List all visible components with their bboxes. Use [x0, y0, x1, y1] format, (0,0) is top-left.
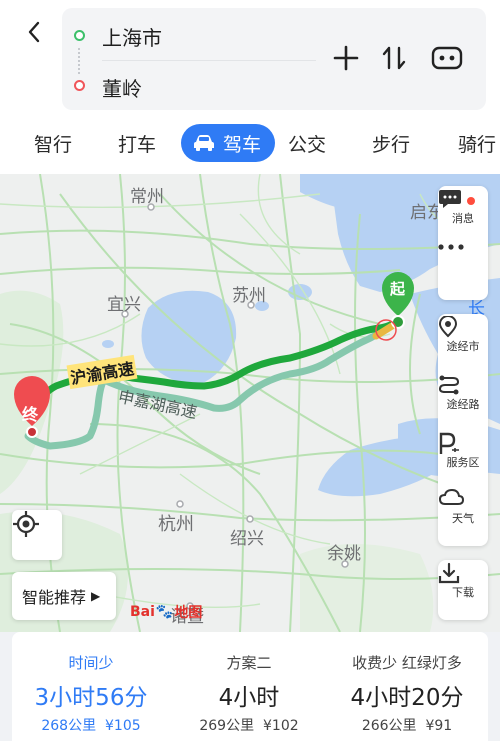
preference-icon	[431, 46, 463, 70]
via-city-label: 途经市	[446, 339, 480, 353]
more-icon	[438, 244, 464, 250]
origin-field[interactable]: 上海市	[102, 22, 162, 51]
route-distance: 266公里	[361, 718, 417, 734]
tool-panel-top: 消息	[438, 186, 488, 300]
via-road-button[interactable]: 途经路	[438, 374, 488, 430]
route-duration: 3小时56分	[34, 685, 148, 711]
city-pin-icon	[438, 316, 458, 338]
tab-drive[interactable]: 驾车	[181, 124, 276, 162]
travel-mode-tabs: 智行 打车 驾车 公交 步行 骑行	[0, 118, 500, 172]
messages-button[interactable]: 消息	[438, 188, 488, 244]
route-map[interactable]: 常州 宜兴 苏州 杭州 绍兴 余姚 启东 诸暨 长江 沪渝高速 申嘉湖高速 起 …	[0, 174, 500, 632]
smart-recommend-button[interactable]: 智能推荐 ▶	[12, 572, 116, 620]
destination-dot-icon	[74, 80, 85, 91]
logo-text: Bai	[130, 604, 155, 620]
city-label: 绍兴	[230, 529, 264, 549]
car-icon	[194, 135, 214, 151]
origin-dot-icon	[74, 30, 85, 41]
end-marker-label[interactable]: 终	[22, 401, 38, 425]
start-marker-label[interactable]: 起	[390, 278, 405, 299]
destination-field[interactable]: 董岭	[102, 73, 142, 102]
service-area-icon	[439, 432, 459, 454]
paw-icon: 🐾	[155, 604, 174, 620]
download-button[interactable]: 下载	[438, 562, 488, 618]
triangle-right-icon: ▶	[91, 589, 101, 603]
baidu-map-logo: Bai 🐾 地图	[130, 602, 202, 622]
tab-drive-label: 驾车	[223, 133, 262, 156]
city-label: 常州	[130, 187, 164, 207]
tool-panel-middle: 途经市 途经路 服务区 天气	[438, 314, 488, 546]
messages-label: 消息	[452, 211, 474, 225]
plus-icon	[333, 45, 359, 71]
route-option-2[interactable]: 方案二 4小时 269公里 ¥102	[170, 632, 328, 741]
tab-taxi[interactable]: 打车	[118, 124, 156, 162]
tab-smart[interactable]: 智行	[34, 124, 72, 162]
logo-text: 地图	[174, 605, 203, 621]
connector-dots	[78, 48, 81, 74]
back-button[interactable]	[18, 16, 50, 48]
route-tag: 收费少 红绿灯多	[352, 654, 462, 672]
route-cost: ¥105	[105, 718, 141, 734]
via-city-button[interactable]: 途经市	[438, 316, 488, 372]
city-label: 苏州	[232, 286, 266, 306]
road-route-icon	[438, 375, 460, 395]
route-tag: 方案二	[226, 654, 272, 672]
route-input-box: 上海市 董岭	[62, 8, 486, 110]
route-cost: ¥91	[425, 718, 453, 734]
download-label: 下载	[452, 585, 474, 599]
notification-badge	[467, 197, 475, 205]
swap-button[interactable]	[376, 40, 412, 76]
route-cost: ¥102	[263, 718, 299, 734]
tool-panel-bottom: 下载	[438, 560, 488, 620]
route-duration: 4小时	[218, 685, 280, 711]
route-distance-cost: 269公里 ¥102	[170, 715, 328, 735]
city-label: 宜兴	[107, 295, 141, 315]
route-distance-cost: 266公里 ¥91	[328, 715, 486, 735]
weather-button[interactable]: 天气	[438, 488, 488, 544]
via-road-label: 途经路	[446, 397, 480, 411]
download-icon	[438, 562, 460, 584]
route-header: 上海市 董岭	[0, 0, 500, 118]
back-arrow-icon	[28, 21, 40, 43]
message-icon	[439, 190, 461, 208]
route-option-3[interactable]: 收费少 红绿灯多 4小时20分 266公里 ¥91	[328, 632, 486, 741]
city-label: 余姚	[327, 544, 361, 564]
weather-icon	[438, 488, 464, 505]
divider	[102, 60, 316, 61]
locate-button[interactable]	[12, 510, 62, 560]
more-button[interactable]	[438, 244, 488, 300]
weather-label: 天气	[452, 511, 474, 525]
tab-bike[interactable]: 骑行	[458, 124, 496, 162]
route-option-1[interactable]: 时间少 3小时56分 268公里 ¥105	[12, 632, 170, 741]
smart-recommend-label: 智能推荐	[22, 588, 87, 607]
route-distance: 268公里	[41, 718, 97, 734]
add-waypoint-button[interactable]	[328, 40, 364, 76]
locate-icon	[13, 511, 39, 537]
route-duration: 4小时20分	[350, 685, 464, 711]
route-options-panel: 时间少 3小时56分 268公里 ¥105 方案二 4小时 269公里 ¥102…	[0, 632, 500, 741]
city-label: 杭州	[158, 514, 194, 535]
swap-icon	[382, 46, 406, 70]
route-preference-button[interactable]	[429, 40, 465, 76]
route-cards: 时间少 3小时56分 268公里 ¥105 方案二 4小时 269公里 ¥102…	[12, 632, 488, 741]
route-tag: 时间少	[68, 654, 114, 672]
route-distance-cost: 268公里 ¥105	[12, 715, 170, 735]
route-distance: 269公里	[199, 718, 255, 734]
map-base	[0, 174, 500, 632]
service-area-button[interactable]: 服务区	[438, 432, 488, 488]
tab-bus[interactable]: 公交	[288, 124, 326, 162]
tab-walk[interactable]: 步行	[372, 124, 410, 162]
